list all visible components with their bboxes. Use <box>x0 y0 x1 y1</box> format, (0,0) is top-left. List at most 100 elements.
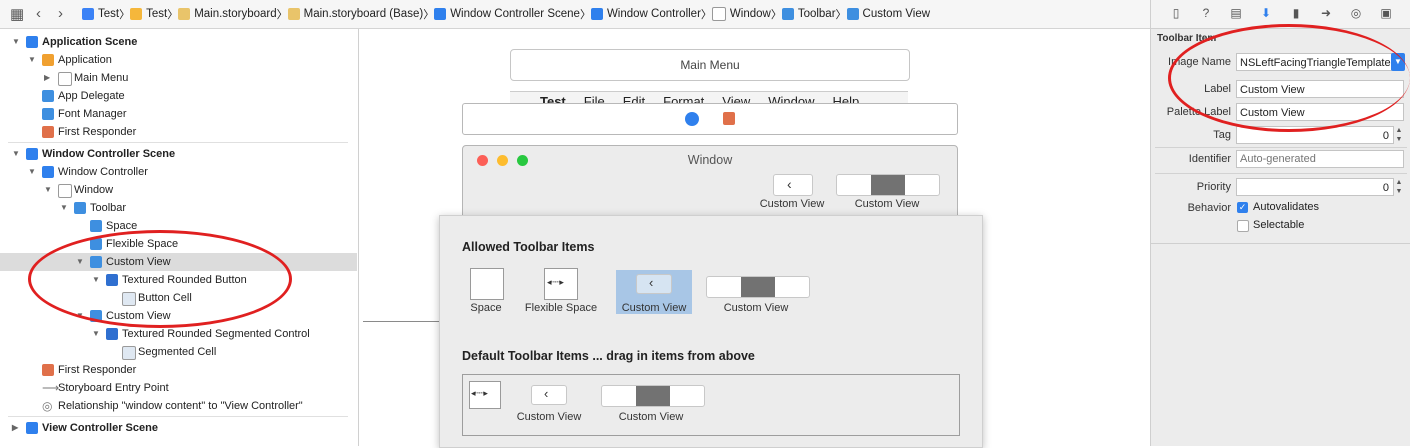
outline-row[interactable]: ▶ View Controller Scene <box>0 419 357 437</box>
forward-arrow-icon[interactable]: › <box>58 5 63 22</box>
flexible-arrow-icon: ◂┄┄▸ <box>547 277 564 287</box>
breadcrumb-item[interactable]: Toolbar <box>781 8 836 20</box>
scene-separator <box>8 142 348 143</box>
file-inspector-icon[interactable]: ▯ <box>1169 6 1183 20</box>
breadcrumb-label: Window Controller Scene <box>450 8 580 20</box>
effects-inspector-icon[interactable]: ▣ <box>1379 6 1393 20</box>
flexible-space-item-label: Flexible Space <box>524 302 598 314</box>
outline-row[interactable]: ▼ Window <box>0 181 357 199</box>
disclosure-expanded-icon[interactable]: ▼ <box>60 199 68 217</box>
tag-label: Tag <box>1213 129 1231 141</box>
disclosure-collapsed-icon[interactable]: ▶ <box>44 69 50 87</box>
attributes-inspector-icon[interactable]: ⬇ <box>1259 6 1273 20</box>
grid-icon[interactable]: ▦ <box>10 5 24 23</box>
flexible-space-item-box[interactable]: ◂┄┄▸ <box>469 381 501 409</box>
breadcrumb-item[interactable]: Custom View <box>846 8 930 20</box>
flexible-space-item-box[interactable]: ◂┄┄▸ <box>544 268 578 300</box>
breadcrumb-item[interactable]: Window <box>711 7 771 21</box>
cube-icon <box>846 8 859 20</box>
back-arrow-icon[interactable]: ‹ <box>36 5 41 22</box>
cube-icon <box>42 108 54 120</box>
outline-row[interactable]: First Responder <box>0 123 357 141</box>
button-icon <box>106 328 118 340</box>
storyboard-canvas[interactable]: Main Menu Test File Edit Format View Window He… <box>359 29 1149 448</box>
outline-row[interactable]: App Delegate <box>0 87 357 105</box>
cube-icon <box>42 90 54 102</box>
outline-row[interactable]: Font Manager <box>0 105 357 123</box>
outline-row[interactable]: ⟶ Storyboard Entry Point <box>0 379 357 397</box>
outline-row-label: Segmented Cell <box>138 346 217 358</box>
segmented-control[interactable] <box>836 174 940 196</box>
help-icon[interactable]: ? <box>1199 6 1213 20</box>
segmented-control-item[interactable] <box>601 385 705 407</box>
identity-inspector-icon[interactable]: ▤ <box>1229 6 1243 20</box>
disclosure-expanded-icon[interactable]: ▼ <box>44 181 52 199</box>
toolbar-customization-palette[interactable]: Allowed Toolbar Items Space ◂┄┄▸ Flexibl… <box>439 215 983 448</box>
outline-row[interactable]: ▼ Window Controller Scene <box>0 145 357 163</box>
relationship-icon: ◎ <box>42 399 53 413</box>
left-triangle-button[interactable]: ‹ <box>531 385 567 405</box>
outline-row-label: Window Controller <box>58 166 148 178</box>
outline-row[interactable]: ▼ Application <box>0 51 357 69</box>
size-inspector-icon[interactable]: ▮ <box>1289 6 1303 20</box>
disclosure-expanded-icon[interactable]: ▼ <box>92 325 100 343</box>
selectable-checkbox[interactable] <box>1237 220 1249 232</box>
menu-icon <box>58 72 72 86</box>
toolbar-caption: Custom View <box>759 198 825 210</box>
segmented-control-item[interactable] <box>706 276 810 298</box>
breadcrumb-separator: 〉 <box>119 9 131 21</box>
breadcrumb-label: Main.storyboard (Base) <box>303 8 424 20</box>
breadcrumb-separator: 〉 <box>835 9 847 21</box>
outline-row-label: Window Controller Scene <box>42 148 176 160</box>
disclosure-expanded-icon[interactable]: ▼ <box>12 145 20 163</box>
priority-field[interactable]: 0 <box>1236 178 1394 196</box>
breadcrumb-label: Window Controller <box>606 8 701 20</box>
autovalidates-checkbox[interactable]: ✓ <box>1237 202 1248 213</box>
first-responder-icon[interactable] <box>723 112 735 125</box>
connector-line <box>363 321 439 322</box>
tag-stepper[interactable]: ▲ ▼ <box>1394 126 1404 144</box>
breadcrumb-item[interactable]: Main.storyboard <box>178 8 277 20</box>
outline-row[interactable]: ▼ Textured Rounded Segmented Control <box>0 325 357 343</box>
jump-bar: ▦ ‹ › Test 〉 Test 〉 Main.storyboard 〉 Main.sto… <box>0 0 1150 29</box>
default-items-tray[interactable]: ◂┄┄▸ ‹ Custom View Custom View <box>462 374 960 436</box>
disclosure-expanded-icon[interactable]: ▼ <box>12 33 20 51</box>
breadcrumb-item[interactable]: Window Controller <box>590 8 701 20</box>
outline-row-label: View Controller Scene <box>42 422 158 434</box>
connections-inspector-icon[interactable]: ➜ <box>1319 6 1333 20</box>
outline-row[interactable]: ▼ Window Controller <box>0 163 357 181</box>
disclosure-collapsed-icon[interactable]: ▶ <box>12 419 18 437</box>
window-frame[interactable]: Window ‹ Custom View Custom View <box>462 145 958 217</box>
identifier-field[interactable] <box>1236 150 1404 168</box>
outline-row[interactable]: ▼ Application Scene <box>0 33 357 51</box>
disclosure-expanded-icon[interactable]: ▼ <box>28 51 36 69</box>
outline-row-label: Relationship "window content" to "View C… <box>58 400 303 412</box>
window-controller-icon[interactable] <box>685 112 699 126</box>
outline-row[interactable]: ◎ Relationship "window content" to "View … <box>0 397 357 415</box>
outline-row-label: Main Menu <box>74 72 129 84</box>
main-menu-box[interactable]: Main Menu <box>510 49 910 81</box>
toolbar-strip[interactable] <box>462 103 958 135</box>
window-title: Window <box>687 153 733 167</box>
segment-selected[interactable] <box>871 175 905 195</box>
breadcrumb-item[interactable]: Test <box>130 8 167 20</box>
cube-icon <box>90 220 102 232</box>
bindings-inspector-icon[interactable]: ◎ <box>1349 6 1363 20</box>
outline-row[interactable]: Segmented Cell <box>0 343 357 361</box>
outline-row-label: Application <box>58 54 112 66</box>
disclosure-expanded-icon[interactable]: ▼ <box>28 163 36 181</box>
breadcrumb-item[interactable]: Main.storyboard (Base) <box>287 8 424 20</box>
breadcrumb-item[interactable]: Test <box>82 8 119 20</box>
breadcrumb-item[interactable]: Window Controller Scene <box>434 8 580 20</box>
left-triangle-button[interactable]: ‹ <box>773 174 813 196</box>
breadcrumb-label: Test <box>98 8 120 20</box>
space-item-box[interactable] <box>470 268 504 300</box>
outline-row[interactable]: First Responder <box>0 361 357 379</box>
autovalidates-label: Autovalidates <box>1253 201 1320 213</box>
scene-icon <box>26 148 38 160</box>
outline-row[interactable]: ▶ Main Menu <box>0 69 357 87</box>
outline-row[interactable]: ▼ Toolbar <box>0 199 357 217</box>
custom-view-item-label: Custom View <box>621 302 687 314</box>
chevron-left-icon: ‹ <box>787 176 792 192</box>
priority-stepper[interactable]: ▲ ▼ <box>1394 178 1404 196</box>
